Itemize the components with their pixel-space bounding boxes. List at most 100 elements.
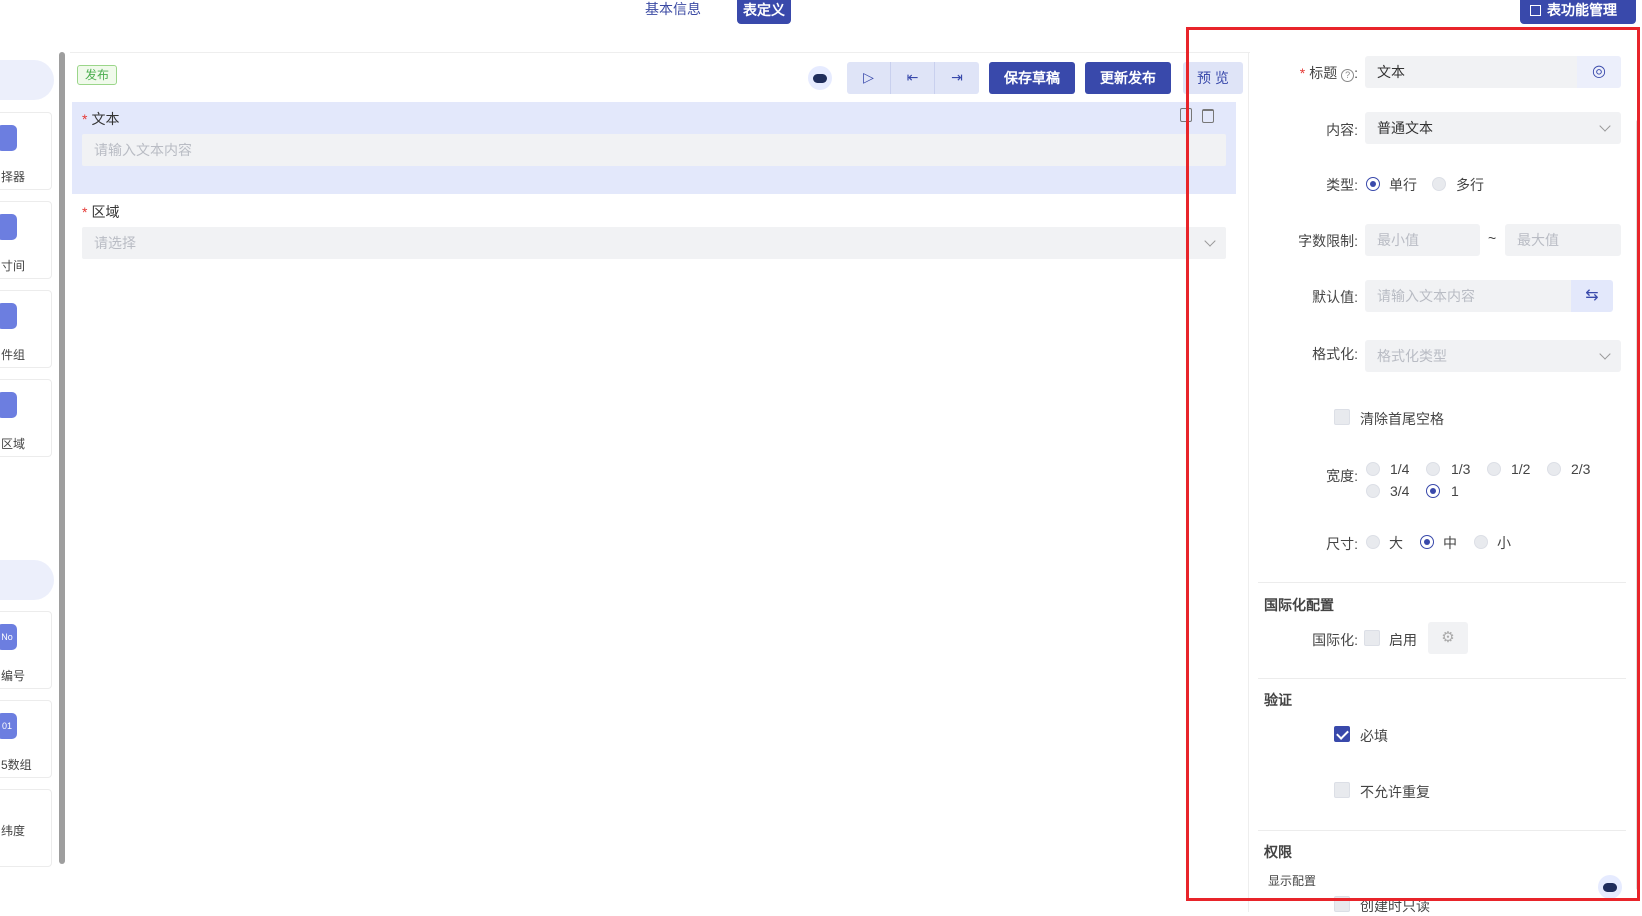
number-icon: No [0,624,17,650]
size-option-label: 小 [1497,535,1511,551]
tab-form-definition[interactable]: 表定义 [737,0,791,24]
type-radio-single[interactable] [1366,177,1380,191]
divider [70,52,1250,53]
title-label: * 标题 ?: [1299,65,1358,82]
import-icon[interactable]: ⇤ [891,62,935,94]
status-badge: 发布 [77,65,117,85]
no-duplicate-checkbox[interactable] [1334,782,1350,798]
terminal-icon[interactable]: ▷ [847,62,891,94]
array-icon: 01 [0,713,17,739]
required-mark: * [82,111,88,127]
range-separator: ~ [1488,230,1497,246]
format-select[interactable]: 格式化类型 [1365,340,1621,372]
save-draft-button[interactable]: 保存草稿 [989,62,1075,94]
width-option-label: 2/3 [1571,461,1591,477]
chart-icon [0,303,17,329]
width-option-label: 3/4 [1390,483,1410,499]
width-radio-full[interactable] [1426,484,1440,498]
palette-item[interactable]: 区域 [0,379,52,457]
i18n-label: 国际化: [1312,632,1358,648]
delete-icon[interactable] [1202,109,1214,123]
i18n-enable-checkbox[interactable] [1364,630,1380,646]
palette-item-label: 5数组 [1,758,32,772]
export-icon[interactable]: ⇥ [935,62,979,94]
form-function-manage-button[interactable]: 表功能管理 [1520,0,1636,24]
robot-assistant-icon[interactable] [808,66,832,90]
size-radio-small[interactable] [1474,535,1488,549]
width-radio-2-3[interactable] [1547,462,1561,476]
no-duplicate-label: 不允许重复 [1360,784,1430,800]
default-value-label: 默认值: [1312,289,1358,305]
palette-item[interactable]: 择器 [0,112,52,190]
validation-section-title: 验证 [1264,692,1292,708]
trim-checkbox[interactable] [1334,409,1350,425]
text-field-input[interactable]: 请输入文本内容 [82,134,1226,166]
tab-basic-info[interactable]: 基本信息 [645,0,701,18]
robot-assistant-icon[interactable] [1598,875,1622,899]
palette-item-label: 编号 [1,669,26,683]
help-icon[interactable]: ? [1341,69,1355,82]
type-option-label: 单行 [1389,177,1417,193]
width-option-label: 1 [1451,483,1459,499]
manage-button-label: 表功能管理 [1547,2,1617,18]
divider [1258,678,1626,679]
format-label: 格式化: [1312,346,1358,362]
region-select[interactable]: 请选择 [82,227,1226,259]
gear-icon[interactable]: ⚙ [1428,622,1468,654]
width-option-label: 1/3 [1451,461,1471,477]
chevron-down-icon [1204,235,1216,247]
size-option-label: 中 [1443,535,1457,551]
display-config-label: 显示配置 [1268,874,1317,888]
max-length-input[interactable]: 最大值 [1505,224,1621,256]
width-label: 宽度: [1326,468,1358,484]
size-label: 尺寸: [1326,536,1358,552]
palette-group-header[interactable] [0,560,54,600]
format-select-placeholder: 格式化类型 [1377,348,1447,364]
palette-item[interactable]: 纬度 [0,789,52,867]
field-label-text: 区域 [91,204,120,220]
panel-scrollbar[interactable] [1636,120,1640,890]
size-radio-large[interactable] [1366,535,1380,549]
palette-item-label: 择器 [1,170,26,184]
palette-item[interactable]: 寸间 [0,201,52,279]
palette-item[interactable]: 件组 [0,290,52,368]
title-input[interactable]: 文本 [1365,56,1577,88]
palette-item-label: 寸间 [1,259,26,273]
swap-icon[interactable]: ⇆ [1571,280,1613,312]
palette-group-header[interactable] [0,60,54,100]
type-radio-multi[interactable] [1432,177,1446,191]
content-select[interactable]: 普通文本 [1365,112,1621,144]
default-value-input[interactable]: 请输入文本内容 [1365,280,1571,312]
i18n-section-title: 国际化配置 [1264,597,1334,613]
required-mark: * [1299,65,1306,81]
palette-item[interactable]: 01 5数组 [0,700,52,778]
type-option-label: 多行 [1456,177,1484,193]
region-select-placeholder: 请选择 [94,235,136,251]
min-length-input[interactable]: 最小值 [1365,224,1480,256]
clock-icon [0,214,17,240]
trim-label: 清除首尾空格 [1360,411,1444,427]
update-publish-button[interactable]: 更新发布 [1085,62,1171,94]
copy-icon[interactable] [1180,108,1192,122]
width-radio-1-3[interactable] [1426,462,1440,476]
preview-button[interactable]: 预 览 [1183,62,1243,94]
field-label: * 区域 [82,202,119,222]
width-option-label: 1/4 [1390,461,1410,477]
panel-divider [1248,52,1249,912]
content-select-value: 普通文本 [1377,120,1433,136]
palette-item[interactable]: No 编号 [0,611,52,689]
palette-scrollbar[interactable] [59,52,65,864]
required-checkbox[interactable] [1334,726,1350,742]
width-radio-1-2[interactable] [1487,462,1501,476]
width-radio-3-4[interactable] [1366,484,1380,498]
divider [1258,830,1626,831]
size-radio-medium[interactable] [1420,535,1434,549]
palette-item-label: 纬度 [1,824,26,838]
width-option-label: 1/2 [1511,461,1531,477]
size-option-label: 大 [1389,535,1403,551]
globe-icon[interactable]: ◎ [1577,56,1621,88]
mail-icon [0,125,17,151]
palette-item-label: 件组 [1,348,26,362]
palette-item-label: 区域 [1,437,26,451]
width-radio-1-4[interactable] [1366,462,1380,476]
